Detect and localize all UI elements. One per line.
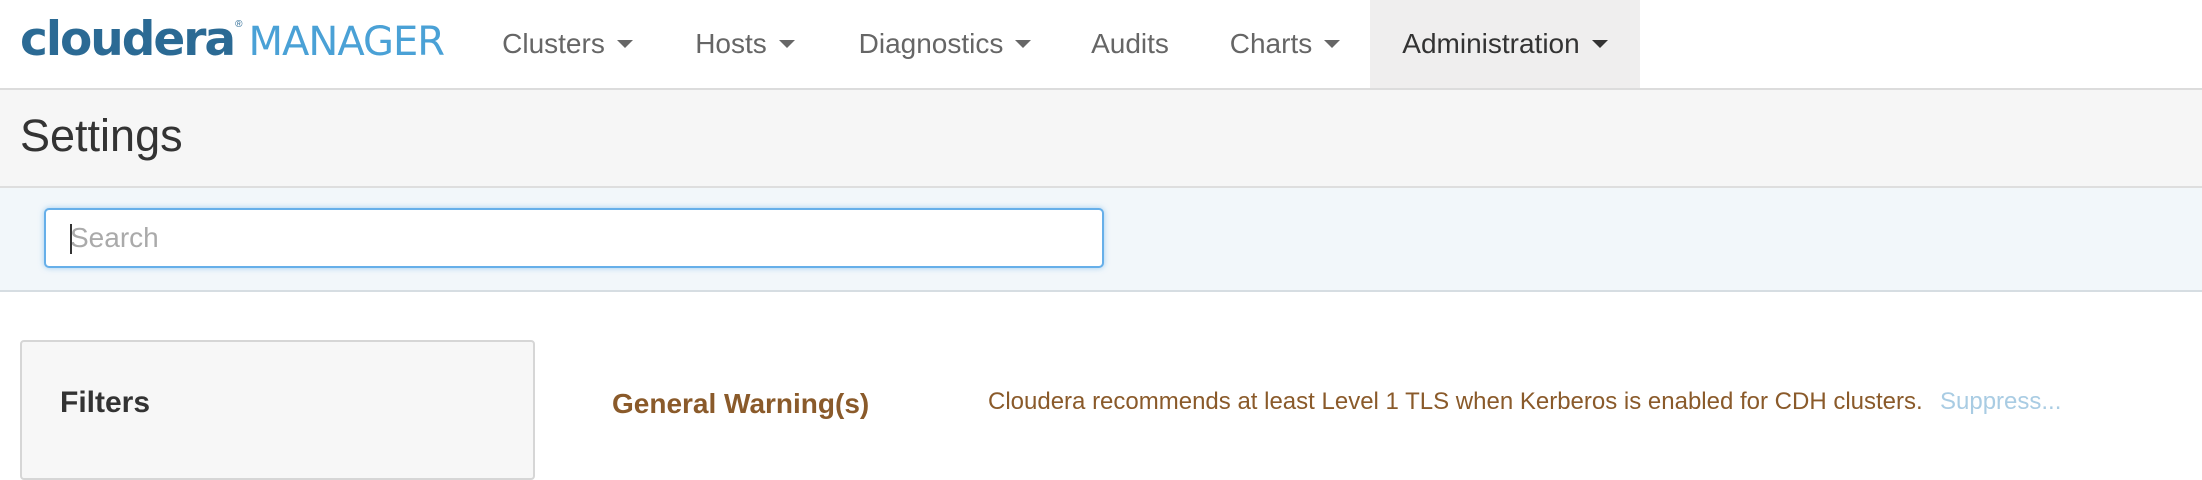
nav-diagnostics-label: Diagnostics: [858, 28, 1004, 59]
nav-clusters-label: Clusters: [502, 28, 605, 59]
caret-down-icon: [778, 40, 795, 48]
nav-audits[interactable]: Audits: [1068, 0, 1192, 88]
suppress-link[interactable]: Suppress...: [1940, 388, 2061, 416]
nav-hosts[interactable]: Hosts: [670, 0, 820, 88]
caret-down-icon: [1015, 40, 1032, 48]
top-navbar: cloudera ® MANAGER Clusters Hosts Diagno…: [0, 0, 2202, 90]
logo-product-text: MANAGER: [248, 19, 446, 65]
caret-down-icon: [1324, 40, 1341, 48]
nav-administration-label: Administration: [1402, 28, 1580, 59]
nav-charts-label: Charts: [1229, 28, 1313, 59]
cloudera-manager-logo[interactable]: cloudera ® MANAGER: [20, 12, 446, 67]
search-bar: [0, 188, 2202, 292]
filters-title: Filters: [60, 386, 151, 419]
nav-clusters[interactable]: Clusters: [480, 0, 655, 88]
page-title: Settings: [20, 110, 183, 161]
nav-diagnostics[interactable]: Diagnostics: [840, 0, 1050, 88]
page-header: Settings: [0, 90, 2202, 188]
nav-audits-label: Audits: [1091, 28, 1169, 59]
nav-charts[interactable]: Charts: [1210, 0, 1360, 88]
warning-message: Cloudera recommends at least Level 1 TLS…: [988, 388, 1923, 415]
filters-panel: Filters: [20, 340, 535, 480]
search-input[interactable]: [44, 208, 1104, 268]
general-warnings-title: General Warning(s): [612, 388, 870, 419]
caret-down-icon: [616, 40, 633, 48]
caret-down-icon: [1591, 40, 1608, 48]
nav-administration[interactable]: Administration: [1370, 0, 1640, 88]
logo-brand-text: cloudera: [20, 12, 236, 67]
nav-hosts-label: Hosts: [695, 28, 767, 59]
logo-trademark: ®: [235, 19, 243, 30]
text-cursor: [70, 224, 72, 254]
